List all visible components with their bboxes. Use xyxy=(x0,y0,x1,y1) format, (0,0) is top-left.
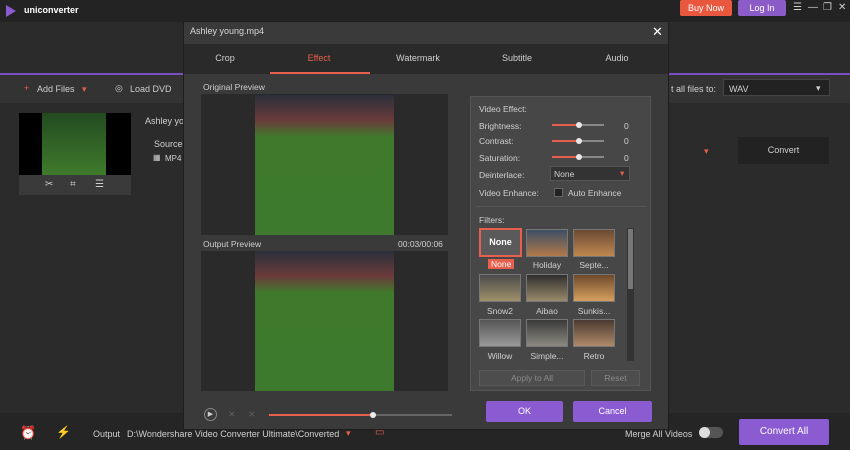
minimize-icon[interactable]: — xyxy=(808,2,818,13)
buy-now-button[interactable]: Buy Now xyxy=(680,0,732,16)
tab-subtitle[interactable]: Subtitle xyxy=(472,53,562,63)
filter-sepia-thumb[interactable] xyxy=(573,229,615,257)
filter-label-sunkiss: Sunkis... xyxy=(577,306,611,316)
next-icon[interactable]: ⨯ xyxy=(248,409,256,420)
merge-toggle[interactable] xyxy=(699,427,723,438)
scissors-icon[interactable]: ✂ xyxy=(45,179,53,190)
convert-all-button[interactable]: Convert All xyxy=(739,419,829,445)
settings-sliders-icon[interactable]: ☰ xyxy=(95,179,104,190)
contrast-label: Contrast: xyxy=(479,136,514,146)
auto-enhance-checkbox[interactable] xyxy=(554,188,563,197)
output-label: Output xyxy=(93,429,121,439)
divider xyxy=(476,206,646,207)
chevron-down-icon[interactable]: ▾ xyxy=(82,84,87,95)
dialog-title: Ashley young.mp4 xyxy=(190,26,265,36)
close-icon[interactable]: ✕ xyxy=(652,24,663,40)
contrast-value: 0 xyxy=(624,136,629,146)
filter-none-thumb-label: None xyxy=(489,237,512,247)
filters-scrollbar[interactable] xyxy=(627,228,634,361)
tab-watermark[interactable]: Watermark xyxy=(373,53,463,63)
film-icon: ▦ xyxy=(153,153,161,162)
scrollbar-thumb[interactable] xyxy=(628,229,633,289)
thumbnail-frame xyxy=(42,113,106,175)
plus-icon: + xyxy=(24,83,30,93)
filter-none-thumb[interactable]: None xyxy=(479,228,522,257)
source-label: Source xyxy=(154,139,183,149)
playback-progress xyxy=(269,414,374,416)
filter-label-sepia: Septe... xyxy=(579,260,609,270)
brightness-value: 0 xyxy=(624,121,629,131)
saturation-slider[interactable] xyxy=(552,154,604,160)
chevron-down-icon[interactable]: ▾ xyxy=(704,146,709,157)
lightning-icon[interactable]: ⚡ xyxy=(56,425,71,439)
source-format: MP4 xyxy=(165,154,182,163)
chevron-down-icon: ▾ xyxy=(620,168,625,178)
filters-label: Filters: xyxy=(479,215,505,225)
filter-label-aibao: Aibao xyxy=(536,306,558,316)
output-preview-label: Output Preview xyxy=(203,239,262,249)
convert-button[interactable]: Convert xyxy=(738,137,829,164)
play-icon[interactable]: ▶ xyxy=(204,408,217,421)
video-enhance-label: Video Enhance: xyxy=(479,188,539,198)
filter-simple-thumb[interactable] xyxy=(526,319,568,347)
alarm-clock-icon[interactable]: ⏰ xyxy=(20,425,36,441)
filter-holiday-thumb[interactable] xyxy=(526,229,568,257)
chevron-down-icon: ▾ xyxy=(816,83,821,93)
filter-label-willow: Willow xyxy=(487,351,513,361)
filter-label-holiday: Holiday xyxy=(532,260,562,270)
output-path[interactable]: D:\Wondershare Video Converter Ultimate\… xyxy=(127,429,347,439)
output-preview-video xyxy=(255,251,394,391)
auto-enhance-label: Auto Enhance xyxy=(568,188,622,198)
merge-all-label: Merge All Videos xyxy=(625,429,693,439)
crop-icon[interactable]: ⌗ xyxy=(70,179,76,190)
cancel-button[interactable]: Cancel xyxy=(573,401,652,422)
original-preview-video xyxy=(255,95,394,235)
playback-slider[interactable] xyxy=(269,412,452,418)
time-display: 00:03/00:06 xyxy=(398,239,443,249)
close-icon[interactable]: ✕ xyxy=(838,2,846,13)
active-tab-indicator xyxy=(270,72,370,74)
original-preview-label: Original Preview xyxy=(203,82,265,92)
app-logo-icon xyxy=(6,5,16,17)
brightness-slider[interactable] xyxy=(552,122,604,128)
login-button[interactable]: Log In xyxy=(738,0,786,16)
app-name: uniconverter xyxy=(24,5,79,15)
apply-to-all-button[interactable]: Apply to All xyxy=(479,370,585,386)
add-files-button[interactable]: Add Files xyxy=(37,84,75,94)
deinterlace-label: Deinterlace: xyxy=(479,170,525,180)
filter-label-snow2: Snow2 xyxy=(487,306,513,316)
dvd-icon: ◎ xyxy=(115,83,123,93)
ok-button[interactable]: OK xyxy=(486,401,563,422)
maximize-icon[interactable]: ❐ xyxy=(823,2,832,13)
load-dvd-button[interactable]: Load DVD xyxy=(130,84,172,94)
filter-sunkiss-thumb[interactable] xyxy=(573,274,615,302)
previous-icon[interactable]: ⨯ xyxy=(228,409,236,420)
filter-label-none: None xyxy=(488,259,515,269)
tab-crop[interactable]: Crop xyxy=(180,53,270,63)
saturation-value: 0 xyxy=(624,153,629,163)
filter-label-simple: Simple... xyxy=(530,351,564,361)
deinterlace-value: None xyxy=(554,169,575,179)
reset-button[interactable]: Reset xyxy=(591,370,640,386)
tab-effect[interactable]: Effect xyxy=(274,53,364,63)
format-value: WAV xyxy=(729,84,749,94)
brightness-label: Brightness: xyxy=(479,121,522,131)
file-name: Ashley yo xyxy=(145,116,185,126)
saturation-label: Saturation: xyxy=(479,153,521,163)
video-effect-label: Video Effect: xyxy=(479,104,527,114)
filter-willow-thumb[interactable] xyxy=(479,319,521,347)
convert-all-to-label: t all files to: xyxy=(671,84,717,94)
filter-label-retro: Retro xyxy=(583,351,605,361)
filter-aibao-thumb[interactable] xyxy=(526,274,568,302)
menu-icon[interactable]: ☰ xyxy=(793,2,802,13)
tab-audio[interactable]: Audio xyxy=(572,53,662,63)
filter-snow2-thumb[interactable] xyxy=(479,274,521,302)
filter-retro-thumb[interactable] xyxy=(573,319,615,347)
contrast-slider[interactable] xyxy=(552,138,604,144)
